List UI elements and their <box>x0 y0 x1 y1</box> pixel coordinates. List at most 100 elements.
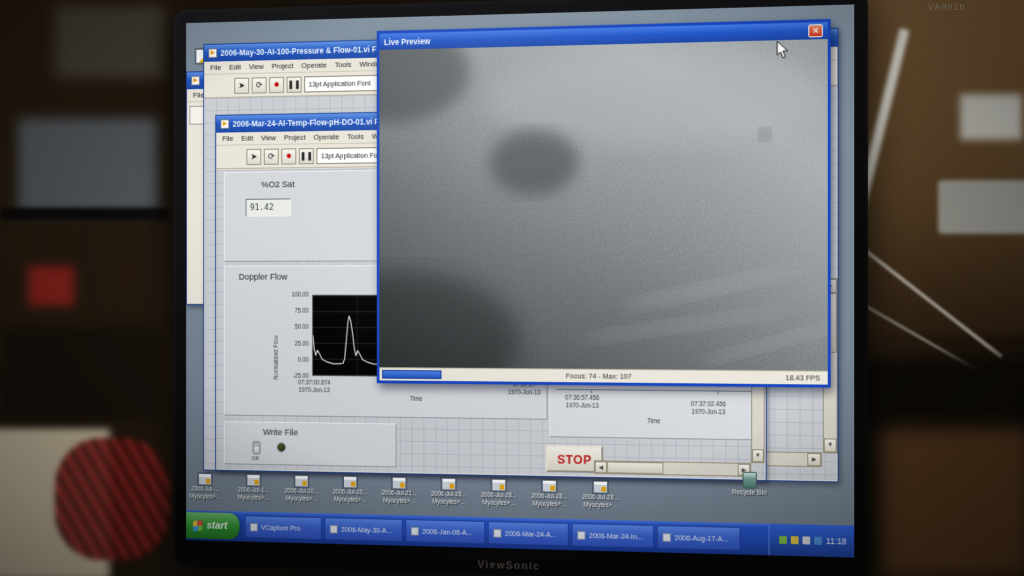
screen: ▶ 200... FileEd ▶ 2006-May-30-AI-100-Pre… <box>186 4 854 557</box>
taskbar-button[interactable]: 2006-Mar-24-In... <box>571 523 653 548</box>
desktop-icon[interactable]: 2006-Jul-20...Myocytes+... <box>279 475 325 504</box>
live-preview-statusbar: Focus: 74 - Max: 197 18.43 FPS <box>379 367 827 385</box>
taskbar-button[interactable]: 2006-Jan-06-A... <box>405 519 485 544</box>
room-wall <box>858 0 1024 335</box>
o2-sat-label: %O2 Sat <box>261 180 294 191</box>
system-tray: 11:18 <box>769 524 854 558</box>
hidden-axis-label: Time <box>647 418 660 426</box>
taskbar-buttons: VCapture Pro2006-May-30-A...2006-Jan-06-… <box>245 515 744 550</box>
labview-vi-icon: ▶ <box>208 48 217 58</box>
run-continuous-button[interactable]: ⟳ <box>264 148 279 164</box>
monitor: ▶ 200... FileEd ▶ 2006-May-30-AI-100-Pre… <box>174 0 868 576</box>
room-red-item <box>28 266 74 306</box>
menu-item-project[interactable]: Project <box>284 133 306 142</box>
pause-button[interactable]: ❚❚ <box>287 76 302 92</box>
desktop-icon[interactable]: 2006-Jul-20...Myocytes+... <box>327 476 373 505</box>
run-button[interactable]: ➤ <box>247 148 262 164</box>
ytick-label: 75.00 <box>279 308 309 315</box>
abort-button[interactable]: ● <box>281 148 296 164</box>
menu-item-file[interactable]: File <box>210 63 221 72</box>
desktop-icon[interactable]: 2006-Jul-21...Myocytes+... <box>376 477 423 507</box>
desktop-icon[interactable]: 2006-Jul-28...Myocytes+... <box>475 478 523 508</box>
scroll-right-arrow[interactable]: ▶ <box>807 453 821 466</box>
desktop-icon[interactable]: 2006-Jul-...Myocytes+... <box>186 473 227 502</box>
pause-button[interactable]: ❚❚ <box>299 148 314 164</box>
taskbar-button[interactable]: VCapture Pro <box>245 515 322 540</box>
room-cable-1 <box>851 238 1003 358</box>
axis-tick <box>591 389 592 393</box>
o2-sat-value: 91.42 <box>246 198 291 216</box>
doppler-xlabel: Time <box>410 396 422 404</box>
tray-icon[interactable] <box>814 537 822 545</box>
windows-flag-icon <box>193 520 202 531</box>
tray-icon[interactable] <box>780 536 788 544</box>
room-dark-shelf <box>0 328 160 420</box>
window-icon <box>250 522 258 531</box>
menu-item-operate[interactable]: Operate <box>314 133 340 142</box>
menu-item-tools[interactable]: Tools <box>347 132 364 141</box>
room-shelf-edge <box>0 208 170 220</box>
hscroll-thumb[interactable] <box>607 461 663 474</box>
recycle-bin-icon[interactable]: Recycle Bin <box>726 471 772 497</box>
menu-item-operate[interactable]: Operate <box>301 61 326 70</box>
photo-corner-label: VA902b <box>928 2 965 12</box>
desktop-icon[interactable]: 2006-Jul-28...Myocytes+... <box>576 480 625 510</box>
menu-item-edit[interactable]: Edit <box>229 63 241 72</box>
window-icon <box>493 528 501 537</box>
live-preview-image <box>379 39 827 371</box>
live-preview-fps: 18.43 FPS <box>786 373 820 382</box>
live-preview-focus-status: Focus: 74 - Max: 197 <box>379 370 827 383</box>
menu-item-file[interactable]: File <box>222 134 233 143</box>
scroll-left-arrow[interactable]: ◀ <box>595 461 607 473</box>
o2-sat-pane: %O2 Sat 91.42 <box>224 170 396 262</box>
room-chair <box>878 428 1024 576</box>
desktop-icon[interactable]: 2006-Jul-1...Myocytes+... <box>231 474 276 503</box>
room-top-left-shapes <box>55 6 165 78</box>
desktop-icon[interactable]: 2006-Jul-28...Myocytes+... <box>525 479 573 509</box>
room-shelf-box <box>18 118 158 213</box>
desktop-icon[interactable]: 2006-Jul-28...Myocytes+... <box>425 477 472 507</box>
run-continuous-button[interactable]: ⟳ <box>252 77 267 93</box>
taskbar-button[interactable]: 2006-May-30-A... <box>324 517 402 542</box>
axis-line <box>556 389 756 392</box>
menu-item-tools[interactable]: Tools <box>335 60 352 69</box>
room-beige-instrument <box>0 428 110 576</box>
run-button[interactable]: ➤ <box>234 77 249 93</box>
window-icon <box>330 524 338 533</box>
taskbar-button[interactable]: 2006-Mar-24-A... <box>488 521 569 546</box>
hidden-axis-right: 07:37:02.4561970-Jun-13 <box>691 401 726 417</box>
photo-of-monitor: VA902b ▶ 200... FileEd ▶ 2006-May-30 <box>0 0 1024 576</box>
window-icon <box>577 530 585 539</box>
ytick-label: 0.00 <box>279 356 309 363</box>
menu-item-edit[interactable]: Edit <box>241 134 253 143</box>
menu-item-view[interactable]: View <box>261 134 276 143</box>
tray-icon[interactable] <box>803 536 811 544</box>
taskbar-clock: 11:18 <box>826 536 846 546</box>
live-preview-window: Live Preview ✕ <box>377 19 831 388</box>
ytick-label: -25.00 <box>279 372 309 379</box>
taskbar-button[interactable]: 2006-Aug-17-A... <box>657 525 741 551</box>
doppler-flow-label: Doppler Flow <box>239 272 288 282</box>
axis-tick <box>718 390 719 394</box>
room-cable-2 <box>857 300 1014 393</box>
hidden-axis-left: 07:36:57.4561970-Jun-13 <box>565 395 599 411</box>
room-red-cables <box>55 438 170 560</box>
close-icon[interactable]: ✕ <box>808 24 823 37</box>
write-file-toggle-label: Off <box>252 456 259 462</box>
tray-icon[interactable] <box>791 536 799 544</box>
window-icon <box>411 526 419 535</box>
write-file-led <box>277 443 286 453</box>
scroll-down-arrow[interactable]: ▼ <box>752 449 764 462</box>
abort-button[interactable]: ● <box>269 76 284 92</box>
write-file-toggle[interactable] <box>253 441 261 454</box>
menu-item-project[interactable]: Project <box>272 62 294 71</box>
hidden-chart-axis-panel: 07:36:57.4561970-Jun-13 07:37:02.4561970… <box>549 383 762 440</box>
live-preview-title: Live Preview <box>384 36 430 47</box>
labview-vi-icon: ▶ <box>191 76 200 86</box>
start-button[interactable]: start <box>186 512 239 540</box>
mouse-cursor <box>776 40 789 59</box>
ytick-label: 100.00 <box>279 291 309 298</box>
window-icon <box>662 532 671 541</box>
menu-item-view[interactable]: View <box>249 62 264 71</box>
scroll-down-arrow[interactable]: ▼ <box>824 438 837 452</box>
